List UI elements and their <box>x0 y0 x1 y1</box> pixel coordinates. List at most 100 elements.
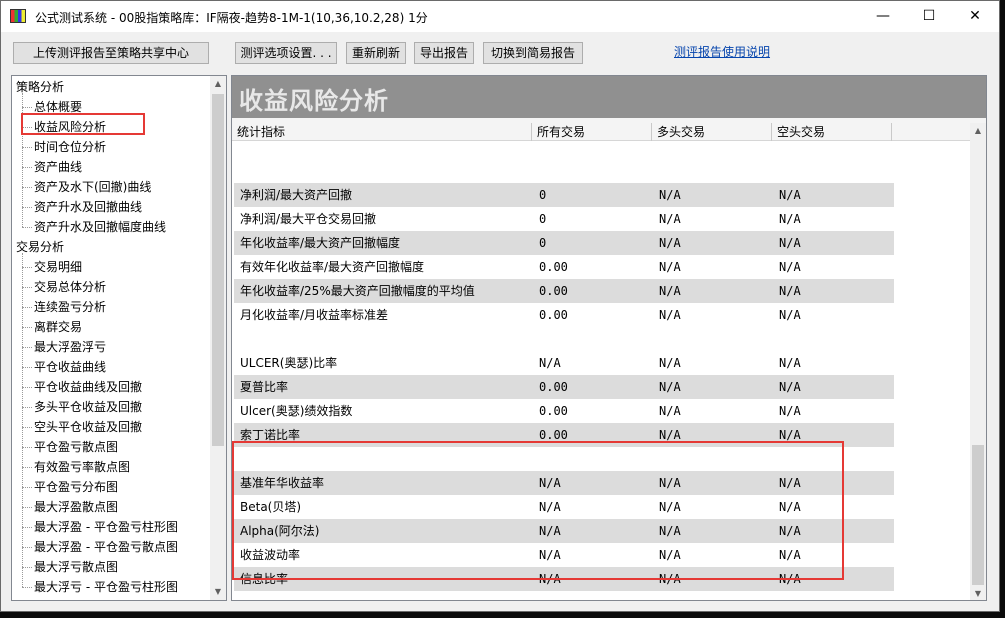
section-title: 收益风险分析 <box>239 86 389 115</box>
sidebar-item[interactable]: 最大浮盈散点图 <box>21 497 118 517</box>
sidebar-scrollbar[interactable]: ▲ ▼ <box>210 76 226 600</box>
app-window: 公式测试系统 - 00股指策略库：IF隔夜-趋势8-1M-1(10,36,10.… <box>0 0 1000 612</box>
report-scrollbar[interactable]: ▲ ▼ <box>970 123 986 600</box>
short-trades-cell: N/A <box>779 188 801 202</box>
table-row: 年化收益率/25%最大资产回撤幅度的平均值 0.00 N/A N/A <box>234 279 894 303</box>
sidebar-item[interactable]: 交易总体分析 <box>21 277 106 297</box>
sidebar-item[interactable]: 离群交易 <box>21 317 82 337</box>
minimize-button[interactable]: — <box>860 1 906 32</box>
scroll-down-icon[interactable]: ▼ <box>210 584 226 600</box>
all-trades-cell: 0 <box>539 188 547 202</box>
metric-cell: 月化收益率/月收益率标准差 <box>240 308 389 322</box>
all-trades-cell: 0.00 <box>539 260 568 274</box>
sidebar-item[interactable]: 资产曲线 <box>21 157 82 177</box>
tree-connector-line <box>22 253 23 587</box>
sidebar-item[interactable]: 平仓收益曲线 <box>21 357 106 377</box>
table-highlight-box <box>232 441 844 580</box>
table-row <box>234 327 894 351</box>
table-row: 净利润/最大资产回撤 0 N/A N/A <box>234 183 894 207</box>
all-trades-cell: 0.00 <box>539 284 568 298</box>
metric-cell: 有效年化收益率/最大资产回撤幅度 <box>240 260 425 274</box>
short-trades-cell: N/A <box>779 260 801 274</box>
sidebar-item[interactable]: 空头平仓收益及回撤 <box>21 417 142 437</box>
sidebar-item[interactable]: 资产升水及回撤幅度曲线 <box>21 217 166 237</box>
switch-simple-report-button[interactable]: 切换到简易报告 <box>483 42 583 64</box>
sidebar-item[interactable]: 连续盈亏分析 <box>21 297 106 317</box>
long-trades-cell: N/A <box>659 356 681 370</box>
long-trades-cell: N/A <box>659 284 681 298</box>
table-row: 月化收益率/月收益率标准差 0.00 N/A N/A <box>234 303 894 327</box>
refresh-button[interactable]: 重新刷新 <box>346 42 406 64</box>
all-trades-cell: 0.00 <box>539 404 568 418</box>
column-header-long[interactable]: 多头交易 <box>652 123 772 141</box>
metric-cell: 年化收益率/25%最大资产回撤幅度的平均值 <box>240 284 475 298</box>
sidebar-item[interactable]: 最大浮盈浮亏 <box>21 337 106 357</box>
sidebar-item[interactable]: 最大浮亏散点图 <box>21 557 118 577</box>
toolbar: 上传测评报告至策略共享中心 测评选项设置. . . 重新刷新 导出报告 切换到简… <box>1 32 999 72</box>
long-trades-cell: N/A <box>659 308 681 322</box>
short-trades-cell: N/A <box>779 284 801 298</box>
window-title: 公式测试系统 - 00股指策略库：IF隔夜-趋势8-1M-1(10,36,10.… <box>35 11 428 25</box>
scroll-down-icon[interactable]: ▼ <box>970 586 986 600</box>
short-trades-cell: N/A <box>779 308 801 322</box>
sidebar-item[interactable]: 资产升水及回撤曲线 <box>21 197 142 217</box>
column-header-short[interactable]: 空头交易 <box>772 123 892 141</box>
metric-cell: ULCER(奥瑟)比率 <box>240 356 338 370</box>
short-trades-cell: N/A <box>779 356 801 370</box>
scroll-up-icon[interactable]: ▲ <box>210 76 226 92</box>
table-row: ULCER(奥瑟)比率 N/A N/A N/A <box>234 351 894 375</box>
sidebar-item[interactable]: 多头平仓收益及回撤 <box>21 397 142 417</box>
sidebar-item[interactable]: 最大浮盈 - 平仓盈亏散点图 <box>22 537 178 557</box>
long-trades-cell: N/A <box>659 212 681 226</box>
long-trades-cell: N/A <box>659 236 681 250</box>
section-banner: 收益风险分析 <box>232 76 986 118</box>
short-trades-cell: N/A <box>779 236 801 250</box>
close-button[interactable]: ✕ <box>952 1 998 32</box>
export-report-button[interactable]: 导出报告 <box>414 42 474 64</box>
metric-cell: Ulcer(奥瑟)绩效指数 <box>240 404 353 418</box>
table-row: 有效年化收益率/最大资产回撤幅度 0.00 N/A N/A <box>234 255 894 279</box>
sidebar-item[interactable]: 平仓盈亏散点图 <box>21 437 118 457</box>
metric-cell: 净利润/最大资产回撤 <box>240 188 353 202</box>
metric-cell: 净利润/最大平仓交易回撤 <box>240 212 377 226</box>
sidebar-tree: ▲ ▼ 策略分析 总体概要 收益风险分析 时间仓位分析 资产曲线 资产及水下(回撤)曲线资… <box>11 75 227 601</box>
short-trades-cell: N/A <box>779 212 801 226</box>
upload-report-button[interactable]: 上传测评报告至策略共享中心 <box>13 42 209 64</box>
sidebar-item[interactable]: 有效盈亏率散点图 <box>21 457 130 477</box>
short-trades-cell: N/A <box>779 380 801 394</box>
sidebar-item[interactable]: 平仓盈亏分布图 <box>21 477 118 497</box>
long-trades-cell: N/A <box>659 188 681 202</box>
sidebar-highlight-box <box>21 113 145 135</box>
metric-cell: 夏普比率 <box>240 380 289 394</box>
sidebar-group[interactable]: 策略分析 <box>16 77 64 97</box>
sidebar-item[interactable]: 交易明细 <box>21 257 82 277</box>
sidebar-item[interactable]: 资产及水下(回撤)曲线 <box>21 177 151 197</box>
table-row: 年化收益率/最大资产回撤幅度 0 N/A N/A <box>234 231 894 255</box>
short-trades-cell: N/A <box>779 404 801 418</box>
column-header-all[interactable]: 所有交易 <box>532 123 652 141</box>
all-trades-cell: 0 <box>539 212 547 226</box>
scroll-thumb[interactable] <box>972 445 984 585</box>
scroll-thumb[interactable] <box>212 94 224 446</box>
all-trades-cell: 0.00 <box>539 308 568 322</box>
all-trades-cell: 0 <box>539 236 547 250</box>
table-row <box>234 159 894 183</box>
table-header: 统计指标 所有交易 多头交易 空头交易 <box>232 123 972 141</box>
app-icon <box>10 9 26 23</box>
sidebar-item[interactable]: 时间仓位分析 <box>21 137 106 157</box>
scroll-up-icon[interactable]: ▲ <box>970 123 986 139</box>
test-options-button[interactable]: 测评选项设置. . . <box>235 42 337 64</box>
sidebar-item[interactable]: 最大浮盈 - 平仓盈亏柱形图 <box>22 517 178 537</box>
all-trades-cell: N/A <box>539 356 561 370</box>
sidebar-item[interactable]: 最大浮亏 - 平仓盈亏柱形图 <box>22 577 178 597</box>
sidebar-item[interactable]: 平仓收益曲线及回撤 <box>21 377 142 397</box>
long-trades-cell: N/A <box>659 260 681 274</box>
long-trades-cell: N/A <box>659 380 681 394</box>
sidebar-group[interactable]: 交易分析 <box>16 237 64 257</box>
maximize-button[interactable]: ☐ <box>906 1 952 32</box>
metric-cell: 年化收益率/最大资产回撤幅度 <box>240 236 401 250</box>
table-row: Ulcer(奥瑟)绩效指数 0.00 N/A N/A <box>234 399 894 423</box>
all-trades-cell: 0.00 <box>539 380 568 394</box>
column-header-metric[interactable]: 统计指标 <box>232 123 532 141</box>
report-help-link[interactable]: 测评报告使用说明 <box>674 43 770 60</box>
